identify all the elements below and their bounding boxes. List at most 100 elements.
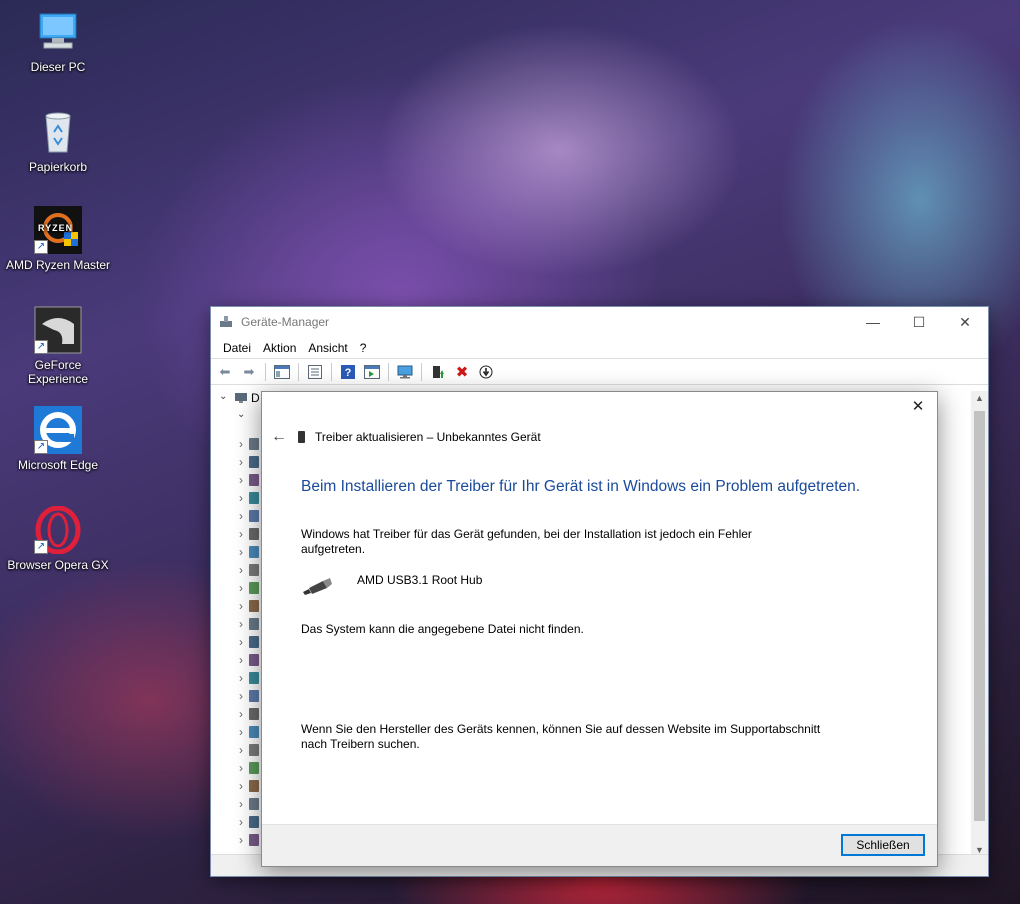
expand-chevron-icon[interactable]: › <box>239 833 243 847</box>
toolbar-separator <box>388 362 389 381</box>
desktop-icon-label: Browser Opera GX <box>7 558 109 572</box>
window-title: Geräte-Manager <box>241 315 330 329</box>
device-category-icon <box>249 528 259 540</box>
expand-chevron-icon[interactable]: › <box>239 473 243 487</box>
scroll-up-icon[interactable]: ▲ <box>971 393 988 403</box>
expand-chevron-icon[interactable]: › <box>239 563 243 577</box>
device-name: AMD USB3.1 Root Hub <box>357 573 483 587</box>
device-category-icon <box>249 726 259 738</box>
device-category-icon <box>249 834 259 846</box>
close-button[interactable]: ✕ <box>942 307 988 337</box>
device-category-icon <box>249 438 259 450</box>
error-heading: Beim Installieren der Treiber für Ihr Ge… <box>301 478 861 495</box>
error-message: Windows hat Treiber für das Gerät gefund… <box>301 527 821 557</box>
dialog-header: ← Treiber aktualisieren – Unbekanntes Ge… <box>270 428 541 446</box>
expand-chevron-icon[interactable]: › <box>239 743 243 757</box>
close-dialog-button[interactable]: Schließen <box>841 834 925 856</box>
desktop-icon-opera-gx[interactable]: ↗ Browser Opera GX <box>4 505 112 572</box>
manufacturer-hint: Wenn Sie den Hersteller des Geräts kenne… <box>301 722 861 752</box>
back-arrow-icon[interactable]: ← <box>270 428 288 446</box>
dialog-footer: Schließen <box>262 824 937 866</box>
error-message-line: aufgetreten. <box>301 542 366 556</box>
svg-text:?: ? <box>345 367 352 379</box>
toolbar: ⬅ ➡ ? ✖ <box>211 359 988 385</box>
back-icon[interactable]: ⬅ <box>215 362 235 382</box>
update-driver-icon[interactable] <box>428 362 448 382</box>
desktop-icon-recycle-bin[interactable]: Papierkorb <box>4 108 112 174</box>
forward-icon[interactable]: ➡ <box>239 362 259 382</box>
shortcut-arrow-icon: ↗ <box>34 440 48 454</box>
expand-chevron-icon[interactable]: › <box>239 437 243 451</box>
dialog-close-button[interactable]: ✕ <box>905 396 931 418</box>
ryzen-master-icon: RYZEN ↗ <box>34 206 82 254</box>
expand-chevron-icon[interactable]: › <box>239 815 243 829</box>
expand-chevron-icon[interactable]: › <box>239 707 243 721</box>
toolbar-separator <box>265 362 266 381</box>
expand-chevron-icon[interactable]: › <box>239 689 243 703</box>
device-category-icon <box>249 636 259 648</box>
properties-icon[interactable] <box>305 362 325 382</box>
scrollbar-thumb[interactable] <box>974 411 985 821</box>
desktop-icon-geforce[interactable]: ↗ GeForce Experience <box>4 306 112 386</box>
expand-chevron-icon[interactable]: › <box>239 671 243 685</box>
edge-icon: ↗ <box>34 406 82 454</box>
device-category-icon <box>249 510 259 522</box>
device-row: AMD USB3.1 Root Hub <box>301 572 482 596</box>
device-category-icon <box>249 546 259 558</box>
menu-datei[interactable]: Datei <box>217 339 257 357</box>
device-category-icon <box>249 762 259 774</box>
tree-root[interactable]: D <box>235 391 260 405</box>
desktop-icon-label: Microsoft Edge <box>17 458 99 472</box>
device-category-icon <box>249 708 259 720</box>
device-category-icon <box>249 672 259 684</box>
error-detail: Das System kann die angegebene Datei nic… <box>301 622 584 636</box>
disable-device-icon[interactable] <box>476 362 496 382</box>
menu-help[interactable]: ? <box>354 339 373 357</box>
expand-chevron-icon[interactable]: › <box>239 761 243 775</box>
dialog-title: Treiber aktualisieren – Unbekanntes Gerä… <box>315 430 541 444</box>
expand-chevron-icon[interactable]: › <box>239 581 243 595</box>
desktop-icon-this-pc[interactable]: Dieser PC <box>4 8 112 74</box>
expand-chevron-icon[interactable]: › <box>239 779 243 793</box>
help-icon[interactable]: ? <box>338 362 358 382</box>
desktop-icon-label: Papierkorb <box>28 160 88 174</box>
maximize-button[interactable]: ☐ <box>896 307 942 337</box>
device-category-icon <box>249 456 259 468</box>
expand-chevron-icon[interactable]: › <box>239 635 243 649</box>
ryzen-badge-text: RYZEN <box>38 223 74 233</box>
device-category-icon <box>249 600 259 612</box>
menu-aktion[interactable]: Aktion <box>257 339 302 357</box>
toolbar-separator <box>421 362 422 381</box>
expand-chevron-icon[interactable]: › <box>239 455 243 469</box>
expand-chevron-icon[interactable]: › <box>239 653 243 667</box>
expand-arrow-icon[interactable]: ⌄ <box>237 409 245 420</box>
expand-chevron-icon[interactable]: › <box>239 527 243 541</box>
menu-ansicht[interactable]: Ansicht <box>302 339 353 357</box>
shortcut-arrow-icon: ↗ <box>34 540 48 554</box>
desktop-icon-edge[interactable]: ↗ Microsoft Edge <box>4 406 112 472</box>
scan-hardware-icon[interactable] <box>395 362 415 382</box>
device-category-icon <box>249 654 259 666</box>
uninstall-device-icon[interactable]: ✖ <box>452 362 472 382</box>
device-category-icon <box>249 798 259 810</box>
toolbar-separator <box>298 362 299 381</box>
expand-chevron-icon[interactable]: › <box>239 725 243 739</box>
expand-chevron-icon[interactable]: › <box>239 617 243 631</box>
opera-gx-icon: ↗ <box>34 505 82 555</box>
expand-arrow-icon[interactable]: ⌄ <box>219 391 227 402</box>
expand-chevron-icon[interactable]: › <box>239 545 243 559</box>
desktop-icon-label: AMD Ryzen Master <box>5 258 111 272</box>
device-category-icon <box>249 582 259 594</box>
expand-chevron-icon[interactable]: › <box>239 509 243 523</box>
recycle-bin-icon <box>34 108 82 156</box>
expand-chevron-icon[interactable]: › <box>239 797 243 811</box>
vertical-scrollbar[interactable]: ▲ ▼ <box>971 391 988 857</box>
show-hide-console-tree-icon[interactable] <box>272 362 292 382</box>
minimize-button[interactable]: — <box>850 307 896 337</box>
desktop-icon-ryzen-master[interactable]: RYZEN ↗ AMD Ryzen Master <box>4 206 112 272</box>
expand-chevron-icon[interactable]: › <box>239 491 243 505</box>
error-message-line: Windows hat Treiber für das Gerät gefund… <box>301 527 752 541</box>
expand-chevron-icon[interactable]: › <box>239 599 243 613</box>
shortcut-arrow-icon: ↗ <box>34 340 48 354</box>
action-pane-icon[interactable] <box>362 362 382 382</box>
